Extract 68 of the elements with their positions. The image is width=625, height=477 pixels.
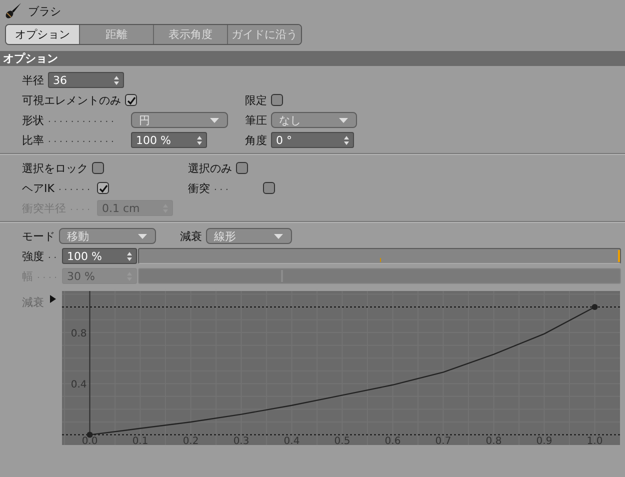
checkbox[interactable]	[92, 162, 104, 174]
falloff-curve-chart[interactable]: 0.4 0.8 0.0 0.1 0.2 0.3 0.4 0.5 0.6 0.7 0.8 0.9 1.0	[62, 291, 620, 445]
field-label: 選択をロック	[22, 160, 88, 176]
x-tick-label: 0.4	[284, 436, 300, 445]
field-label: 強度	[22, 248, 44, 264]
x-tick-label: 0.9	[536, 436, 552, 445]
tab[interactable]: 距離	[79, 25, 153, 44]
field-label: モード	[22, 228, 55, 244]
falloff-curve[interactable]	[90, 306, 596, 436]
field-label: 減衰	[180, 228, 202, 244]
dotted-leader: . . . . . .	[58, 183, 90, 193]
field-label: 選択のみ	[188, 160, 232, 176]
tab[interactable]: ガイドに沿う	[227, 25, 301, 44]
caret-icon	[138, 234, 147, 238]
field-label: 半径	[22, 72, 44, 88]
brush-icon	[4, 2, 22, 20]
checkbox[interactable]	[263, 182, 275, 194]
caret-icon	[339, 118, 348, 122]
tab[interactable]: 表示角度	[153, 25, 227, 44]
panel-title: ブラシ	[28, 4, 61, 18]
dropdown[interactable]: 円	[131, 112, 228, 128]
dotted-leader: . . .	[214, 183, 228, 193]
checkbox[interactable]	[271, 94, 283, 106]
field-label: 比率	[22, 132, 44, 148]
field-label: 衝突	[188, 180, 210, 196]
dotted-leader: . . . .	[70, 203, 90, 213]
dotted-leader: . . . . . . . . . . . .	[48, 135, 114, 145]
section-header: オプション	[0, 51, 625, 66]
field-label: 角度	[245, 132, 267, 148]
field-label: 筆圧	[245, 112, 267, 128]
number-field[interactable]: 0 °	[271, 132, 354, 148]
number-field[interactable]: 100 %	[62, 248, 137, 264]
field-label: 可視エレメントのみ	[22, 92, 121, 108]
x-tick-label: 0.6	[384, 436, 401, 445]
y-tick-label: 0.8	[70, 328, 87, 340]
field-label: ヘアIK	[22, 180, 54, 196]
number-field[interactable]: 36	[48, 72, 124, 88]
spinner-icon[interactable]	[127, 252, 132, 260]
curve-handle[interactable]	[86, 432, 93, 438]
expand-arrow-icon[interactable]	[50, 295, 56, 303]
caret-icon	[274, 234, 283, 238]
dropdown[interactable]: なし	[271, 112, 357, 128]
x-tick-label: 0.2	[182, 436, 199, 445]
x-tick-label: 0.1	[132, 436, 148, 445]
dropdown[interactable]: 移動	[59, 228, 156, 244]
curve-handle[interactable]	[592, 304, 598, 310]
tab[interactable]: オプション	[6, 25, 79, 44]
field-label: 限定	[245, 92, 267, 108]
caret-icon	[210, 118, 219, 122]
dotted-leader: . . . .	[37, 271, 58, 281]
spinner-icon[interactable]	[114, 76, 119, 84]
dotted-leader: . . . . . . . . . . . .	[48, 115, 114, 125]
x-tick-label: 0.5	[334, 436, 350, 445]
checkbox[interactable]	[236, 162, 248, 174]
x-tick-label: 0.3	[233, 436, 250, 445]
checkbox[interactable]	[97, 182, 109, 194]
field-label: 形状	[22, 112, 44, 128]
x-tick-label: 0.0	[82, 436, 98, 445]
dropdown[interactable]: 線形	[206, 228, 292, 244]
y-tick-label: 0.4	[70, 380, 87, 391]
spinner-icon[interactable]	[197, 136, 202, 144]
x-tick-label: 0.7	[435, 436, 452, 445]
number-field[interactable]: 100 %	[131, 132, 207, 148]
dotted-leader: . .	[48, 251, 57, 261]
x-tick-label: 1.0	[586, 436, 603, 445]
checkbox[interactable]	[125, 94, 137, 106]
x-tick-label: 0.8	[486, 436, 502, 445]
spinner-icon[interactable]	[344, 136, 349, 144]
